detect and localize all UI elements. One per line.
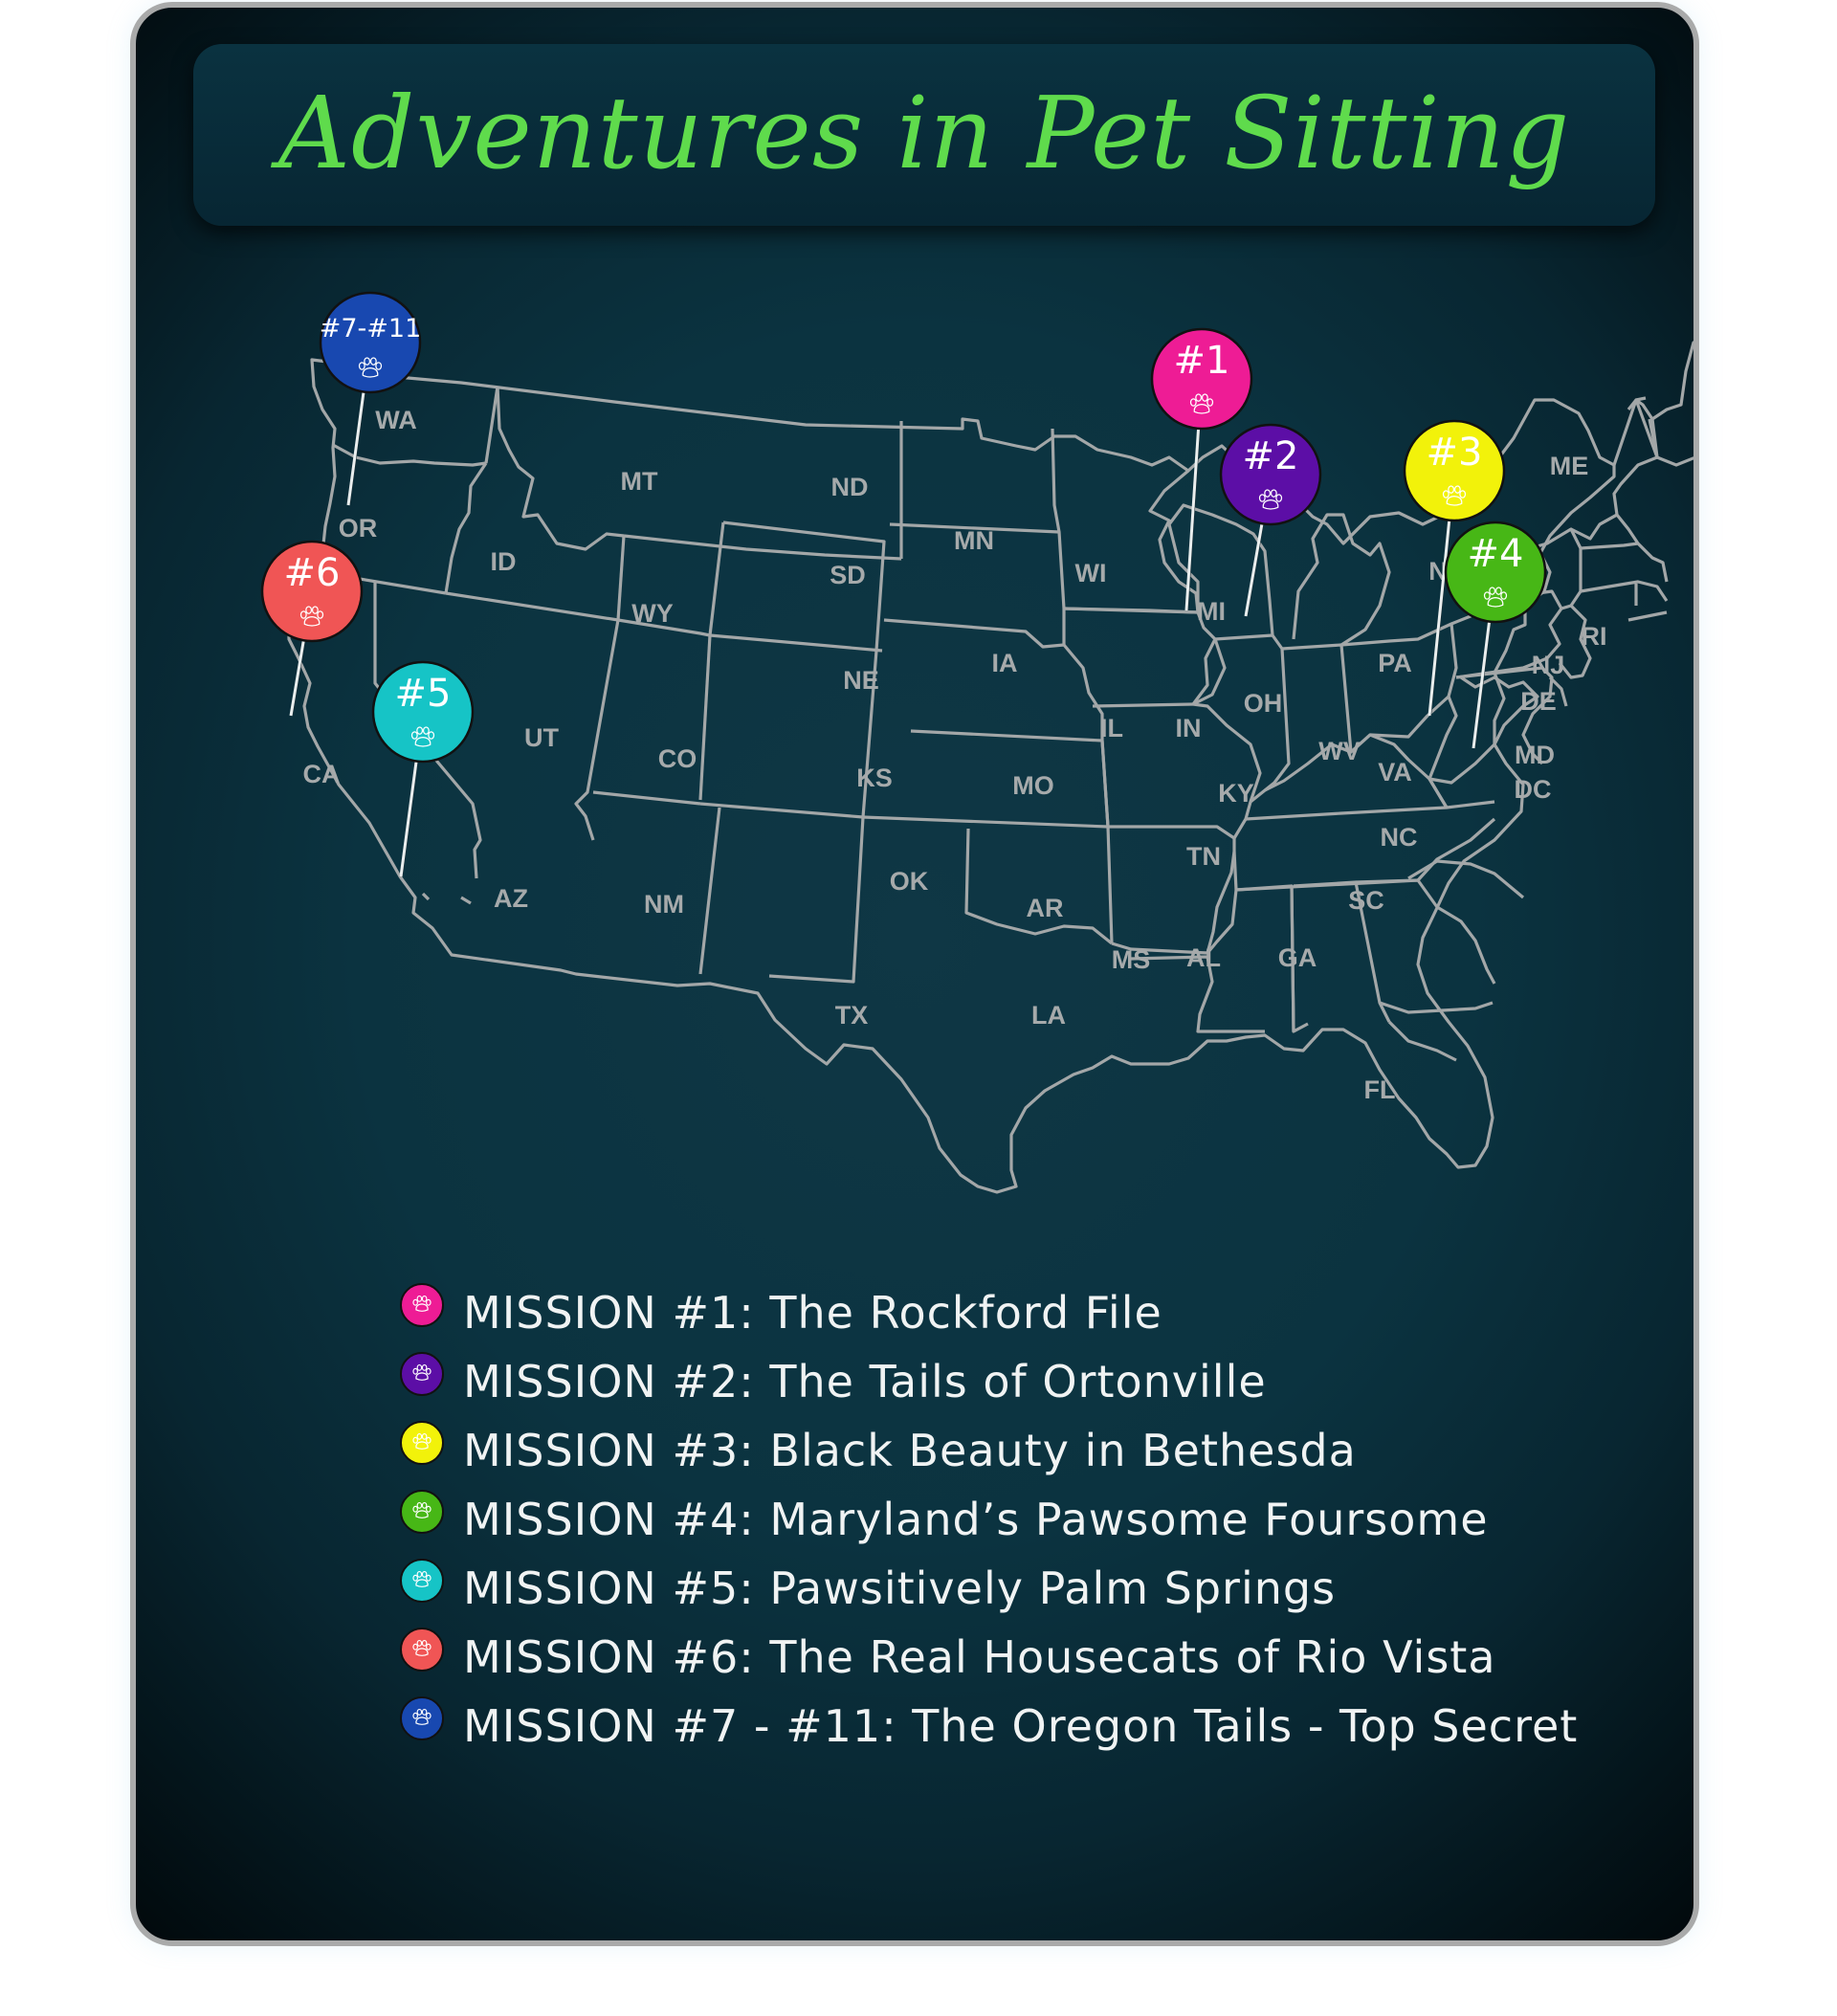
state-label-mt: MT bbox=[621, 467, 658, 496]
pin-label: #5 bbox=[395, 672, 452, 716]
legend-text: MISSION #6: The Real Housecats of Rio Vi… bbox=[463, 1631, 1496, 1683]
legend-dot bbox=[400, 1421, 444, 1465]
state-label-mn: MN bbox=[954, 526, 994, 555]
pin-label: #6 bbox=[284, 551, 341, 595]
legend-text: MISSION #5: Pawsitively Palm Springs bbox=[463, 1562, 1337, 1614]
legend-item: MISSION #7 - #11: The Oregon Tails - Top… bbox=[400, 1692, 1596, 1761]
poster-card: Adventures in Pet Sitting WA OR CA ID MT… bbox=[130, 2, 1699, 1946]
pin-label: #2 bbox=[1243, 434, 1299, 478]
state-label-ar: AR bbox=[1027, 894, 1064, 922]
paw-icon bbox=[412, 1363, 432, 1381]
map-pin-p6[interactable]: #6 bbox=[260, 540, 364, 717]
state-label-ky: KY bbox=[1218, 779, 1254, 808]
state-label-mo: MO bbox=[1012, 771, 1054, 800]
paw-icon bbox=[412, 1570, 432, 1587]
state-label-il: IL bbox=[1100, 714, 1123, 742]
state-label-co: CO bbox=[658, 744, 697, 773]
state-label-ia: IA bbox=[992, 649, 1018, 677]
state-label-nj: NJ bbox=[1532, 651, 1565, 679]
legend-item: MISSION #4: Maryland’s Pawsome Foursome bbox=[400, 1485, 1596, 1554]
map-pin-p5[interactable]: #5 bbox=[371, 660, 475, 877]
paw-icon bbox=[412, 1501, 432, 1518]
state-label-ga: GA bbox=[1278, 943, 1317, 972]
paw-icon bbox=[412, 1708, 432, 1725]
legend-text: MISSION #2: The Tails of Ortonville bbox=[463, 1356, 1267, 1407]
state-label-dc: DC bbox=[1515, 775, 1552, 804]
state-label-wi: WI bbox=[1075, 559, 1107, 587]
mission-legend: MISSION #1: The Rockford File MISSION #2:… bbox=[400, 1278, 1596, 1761]
legend-dot bbox=[400, 1628, 444, 1672]
state-label-ok: OK bbox=[890, 867, 929, 896]
state-label-wa: WA bbox=[375, 406, 417, 434]
mission-pins: #1 #2 #3 #4 #5 #6 #7-#11 bbox=[260, 291, 1547, 877]
paw-icon bbox=[412, 1639, 432, 1656]
state-label-id: ID bbox=[491, 547, 517, 576]
state-label-or: OR bbox=[339, 514, 378, 543]
legend-item: MISSION #3: Black Beauty in Bethesda bbox=[400, 1416, 1596, 1485]
state-label-in: IN bbox=[1176, 714, 1202, 742]
legend-dot bbox=[400, 1696, 444, 1740]
legend-dot bbox=[400, 1490, 444, 1534]
pin-label: #4 bbox=[1468, 532, 1524, 576]
state-label-wy: WY bbox=[631, 599, 674, 628]
legend-text: MISSION #1: The Rockford File bbox=[463, 1287, 1162, 1339]
us-map: WA OR CA ID NV MT WY UT AZ CO NM ND SD N… bbox=[260, 291, 1693, 1194]
state-label-oh: OH bbox=[1244, 689, 1283, 718]
legend-item: MISSION #2: The Tails of Ortonville bbox=[400, 1347, 1596, 1416]
legend-dot bbox=[400, 1352, 444, 1396]
pin-label: #1 bbox=[1174, 339, 1230, 383]
state-label-la: LA bbox=[1031, 1001, 1066, 1030]
legend-text: MISSION #4: Maryland’s Pawsome Foursome bbox=[463, 1494, 1489, 1545]
state-label-nm: NM bbox=[644, 890, 684, 919]
map-pin-p2[interactable]: #2 bbox=[1219, 423, 1322, 617]
state-label-va: VA bbox=[1378, 758, 1412, 786]
state-label-ne: NE bbox=[843, 666, 879, 695]
paw-icon bbox=[412, 1432, 432, 1450]
state-label-ca: CA bbox=[303, 760, 341, 788]
state-label-me: ME bbox=[1550, 452, 1589, 480]
legend-text: MISSION #7 - #11: The Oregon Tails - Top… bbox=[463, 1700, 1579, 1752]
state-label-de: DE bbox=[1520, 687, 1557, 716]
legend-dot bbox=[400, 1559, 444, 1603]
state-label-nc: NC bbox=[1381, 823, 1418, 852]
state-label-al: AL bbox=[1186, 943, 1221, 972]
state-label-fl: FL bbox=[1364, 1075, 1396, 1104]
state-label-nd: ND bbox=[831, 473, 869, 501]
state-label-ri: RI bbox=[1582, 622, 1607, 651]
state-label-tx: TX bbox=[835, 1001, 869, 1030]
state-label-md: MD bbox=[1515, 741, 1555, 769]
state-label-ms: MS bbox=[1112, 945, 1151, 974]
pin-label: #7-#11 bbox=[320, 314, 422, 343]
state-label-az: AZ bbox=[494, 884, 528, 913]
legend-item: MISSION #6: The Real Housecats of Rio Vi… bbox=[400, 1623, 1596, 1692]
legend-text: MISSION #3: Black Beauty in Bethesda bbox=[463, 1425, 1357, 1476]
state-labels: WA OR CA ID NV MT WY UT AZ CO NM ND SD N… bbox=[303, 406, 1607, 1104]
state-label-sc: SC bbox=[1348, 886, 1384, 915]
state-label-ks: KS bbox=[856, 764, 893, 792]
state-label-ut: UT bbox=[524, 723, 559, 752]
state-label-wv: WV bbox=[1318, 737, 1361, 765]
pin-label: #3 bbox=[1427, 431, 1483, 475]
state-label-tn: TN bbox=[1186, 842, 1221, 871]
state-label-sd: SD bbox=[830, 561, 866, 589]
state-label-mi: MI bbox=[1197, 597, 1226, 626]
legend-dot bbox=[400, 1283, 444, 1327]
paw-icon bbox=[412, 1295, 432, 1312]
legend-item: MISSION #5: Pawsitively Palm Springs bbox=[400, 1554, 1596, 1623]
legend-item: MISSION #1: The Rockford File bbox=[400, 1278, 1596, 1347]
state-label-pa: PA bbox=[1378, 649, 1412, 677]
